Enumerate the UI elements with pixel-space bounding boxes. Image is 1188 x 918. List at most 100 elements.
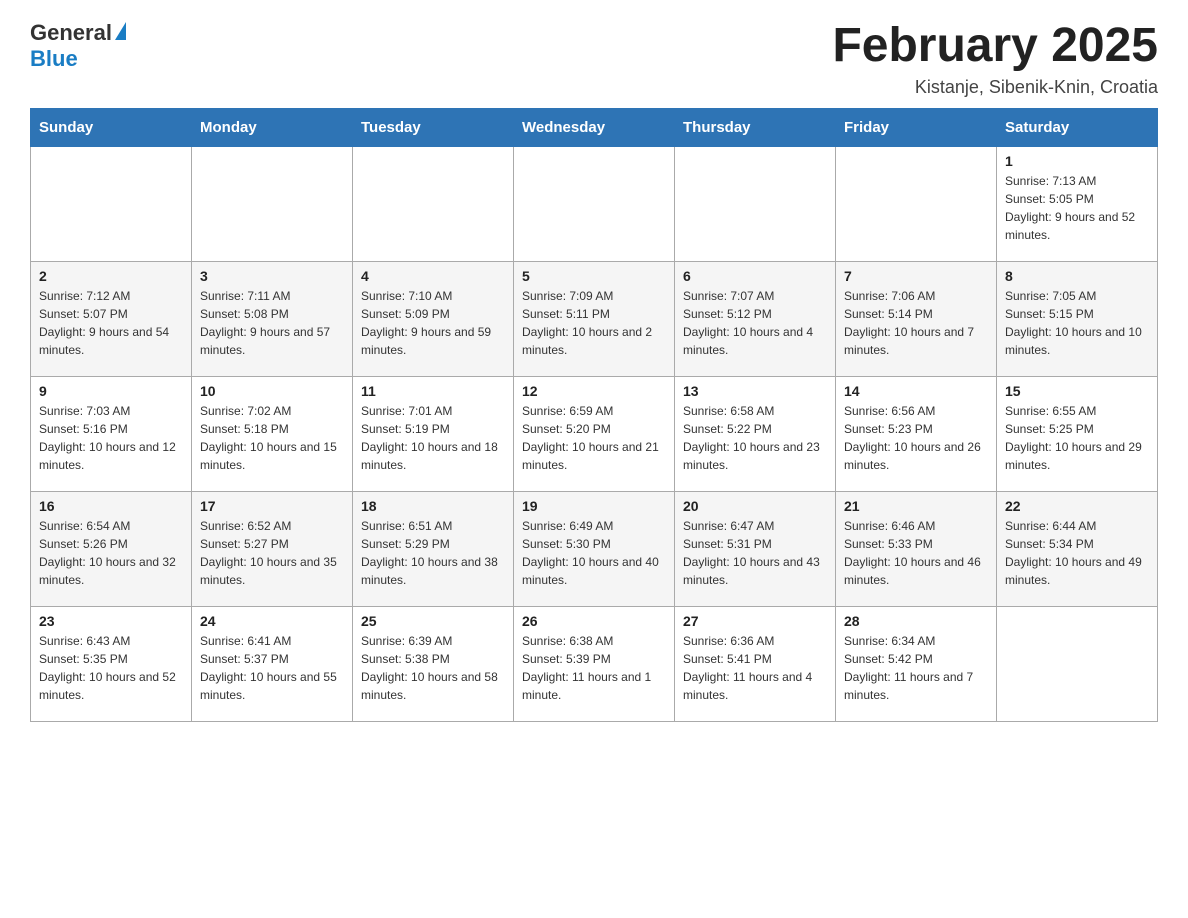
day-info: Sunrise: 6:49 AMSunset: 5:30 PMDaylight:… [522,517,666,589]
calendar-cell: 28 Sunrise: 6:34 AMSunset: 5:42 PMDayligh… [836,606,997,721]
logo-triangle-icon [115,22,126,40]
logo-text-general: General [30,20,112,46]
calendar-header-monday: Monday [192,108,353,146]
calendar-cell: 11 Sunrise: 7:01 AMSunset: 5:19 PMDayligh… [353,376,514,491]
day-number: 11 [361,383,505,399]
calendar-header-thursday: Thursday [675,108,836,146]
day-number: 19 [522,498,666,514]
day-number: 25 [361,613,505,629]
day-number: 3 [200,268,344,284]
day-info: Sunrise: 6:55 AMSunset: 5:25 PMDaylight:… [1005,402,1149,474]
calendar-cell: 3 Sunrise: 7:11 AMSunset: 5:08 PMDaylight… [192,261,353,376]
calendar-table: SundayMondayTuesdayWednesdayThursdayFrid… [30,108,1158,722]
logo: General Blue [30,20,126,72]
calendar-header-friday: Friday [836,108,997,146]
day-number: 10 [200,383,344,399]
day-info: Sunrise: 6:36 AMSunset: 5:41 PMDaylight:… [683,632,827,704]
calendar-week-row: 16 Sunrise: 6:54 AMSunset: 5:26 PMDayligh… [31,491,1158,606]
title-block: February 2025 Kistanje, Sibenik-Knin, Cr… [832,20,1158,98]
calendar-cell: 9 Sunrise: 7:03 AMSunset: 5:16 PMDaylight… [31,376,192,491]
day-info: Sunrise: 6:34 AMSunset: 5:42 PMDaylight:… [844,632,988,704]
calendar-cell: 26 Sunrise: 6:38 AMSunset: 5:39 PMDayligh… [514,606,675,721]
day-number: 20 [683,498,827,514]
calendar-cell: 27 Sunrise: 6:36 AMSunset: 5:41 PMDayligh… [675,606,836,721]
calendar-header-tuesday: Tuesday [353,108,514,146]
day-info: Sunrise: 7:06 AMSunset: 5:14 PMDaylight:… [844,287,988,359]
calendar-cell: 13Sunrise: 6:58 AMSunset: 5:22 PMDayligh… [675,376,836,491]
day-number: 23 [39,613,183,629]
day-number: 9 [39,383,183,399]
day-info: Sunrise: 6:41 AMSunset: 5:37 PMDaylight:… [200,632,344,704]
day-info: Sunrise: 6:38 AMSunset: 5:39 PMDaylight:… [522,632,666,704]
calendar-cell: 25 Sunrise: 6:39 AMSunset: 5:38 PMDayligh… [353,606,514,721]
day-info: Sunrise: 7:09 AMSunset: 5:11 PMDaylight:… [522,287,666,359]
calendar-cell: 1Sunrise: 7:13 AMSunset: 5:05 PMDaylight… [997,146,1158,261]
day-info: Sunrise: 7:11 AMSunset: 5:08 PMDaylight:… [200,287,344,359]
calendar-header-wednesday: Wednesday [514,108,675,146]
calendar-cell [675,146,836,261]
calendar-cell [31,146,192,261]
day-info: Sunrise: 7:05 AMSunset: 5:15 PMDaylight:… [1005,287,1149,359]
calendar-cell: 17 Sunrise: 6:52 AMSunset: 5:27 PMDayligh… [192,491,353,606]
day-info: Sunrise: 7:12 AMSunset: 5:07 PMDaylight:… [39,287,183,359]
day-number: 24 [200,613,344,629]
day-info: Sunrise: 7:07 AMSunset: 5:12 PMDaylight:… [683,287,827,359]
day-number: 14 [844,383,988,399]
day-number: 1 [1005,153,1149,169]
day-number: 15 [1005,383,1149,399]
day-info: Sunrise: 6:59 AMSunset: 5:20 PMDaylight:… [522,402,666,474]
day-info: Sunrise: 6:46 AMSunset: 5:33 PMDaylight:… [844,517,988,589]
calendar-week-row: 2 Sunrise: 7:12 AMSunset: 5:07 PMDaylight… [31,261,1158,376]
day-number: 2 [39,268,183,284]
calendar-cell: 7 Sunrise: 7:06 AMSunset: 5:14 PMDaylight… [836,261,997,376]
page-header: General Blue February 2025 Kistanje, Sib… [30,20,1158,98]
calendar-cell [836,146,997,261]
day-number: 16 [39,498,183,514]
day-number: 17 [200,498,344,514]
month-title: February 2025 [832,20,1158,73]
day-number: 27 [683,613,827,629]
calendar-cell: 19 Sunrise: 6:49 AMSunset: 5:30 PMDayligh… [514,491,675,606]
day-info: Sunrise: 6:47 AMSunset: 5:31 PMDaylight:… [683,517,827,589]
calendar-cell [514,146,675,261]
calendar-week-row: 23Sunrise: 6:43 AMSunset: 5:35 PMDayligh… [31,606,1158,721]
day-number: 4 [361,268,505,284]
calendar-cell [192,146,353,261]
calendar-header-sunday: Sunday [31,108,192,146]
calendar-header-row: SundayMondayTuesdayWednesdayThursdayFrid… [31,108,1158,146]
calendar-cell: 14Sunrise: 6:56 AMSunset: 5:23 PMDayligh… [836,376,997,491]
calendar-cell: 20 Sunrise: 6:47 AMSunset: 5:31 PMDayligh… [675,491,836,606]
day-number: 12 [522,383,666,399]
calendar-cell: 21 Sunrise: 6:46 AMSunset: 5:33 PMDayligh… [836,491,997,606]
day-number: 26 [522,613,666,629]
calendar-week-row: 1Sunrise: 7:13 AMSunset: 5:05 PMDaylight… [31,146,1158,261]
day-number: 6 [683,268,827,284]
calendar-cell: 10 Sunrise: 7:02 AMSunset: 5:18 PMDayligh… [192,376,353,491]
day-info: Sunrise: 7:10 AMSunset: 5:09 PMDaylight:… [361,287,505,359]
calendar-cell: 8Sunrise: 7:05 AMSunset: 5:15 PMDaylight… [997,261,1158,376]
day-info: Sunrise: 7:01 AMSunset: 5:19 PMDaylight:… [361,402,505,474]
day-info: Sunrise: 7:02 AMSunset: 5:18 PMDaylight:… [200,402,344,474]
day-number: 22 [1005,498,1149,514]
day-info: Sunrise: 6:52 AMSunset: 5:27 PMDaylight:… [200,517,344,589]
calendar-cell: 6 Sunrise: 7:07 AMSunset: 5:12 PMDaylight… [675,261,836,376]
calendar-cell: 24 Sunrise: 6:41 AMSunset: 5:37 PMDayligh… [192,606,353,721]
calendar-cell: 12 Sunrise: 6:59 AMSunset: 5:20 PMDayligh… [514,376,675,491]
calendar-cell: 4 Sunrise: 7:10 AMSunset: 5:09 PMDaylight… [353,261,514,376]
day-number: 7 [844,268,988,284]
calendar-cell: 5Sunrise: 7:09 AMSunset: 5:11 PMDaylight… [514,261,675,376]
calendar-cell [997,606,1158,721]
day-info: Sunrise: 6:58 AMSunset: 5:22 PMDaylight:… [683,402,827,474]
day-info: Sunrise: 6:39 AMSunset: 5:38 PMDaylight:… [361,632,505,704]
day-info: Sunrise: 6:54 AMSunset: 5:26 PMDaylight:… [39,517,183,589]
location: Kistanje, Sibenik-Knin, Croatia [832,77,1158,98]
calendar-cell: 15 Sunrise: 6:55 AMSunset: 5:25 PMDayligh… [997,376,1158,491]
day-info: Sunrise: 7:03 AMSunset: 5:16 PMDaylight:… [39,402,183,474]
day-info: Sunrise: 6:51 AMSunset: 5:29 PMDaylight:… [361,517,505,589]
calendar-cell: 16 Sunrise: 6:54 AMSunset: 5:26 PMDayligh… [31,491,192,606]
day-number: 28 [844,613,988,629]
calendar-week-row: 9 Sunrise: 7:03 AMSunset: 5:16 PMDaylight… [31,376,1158,491]
calendar-cell: 18Sunrise: 6:51 AMSunset: 5:29 PMDayligh… [353,491,514,606]
day-number: 21 [844,498,988,514]
day-info: Sunrise: 6:44 AMSunset: 5:34 PMDaylight:… [1005,517,1149,589]
